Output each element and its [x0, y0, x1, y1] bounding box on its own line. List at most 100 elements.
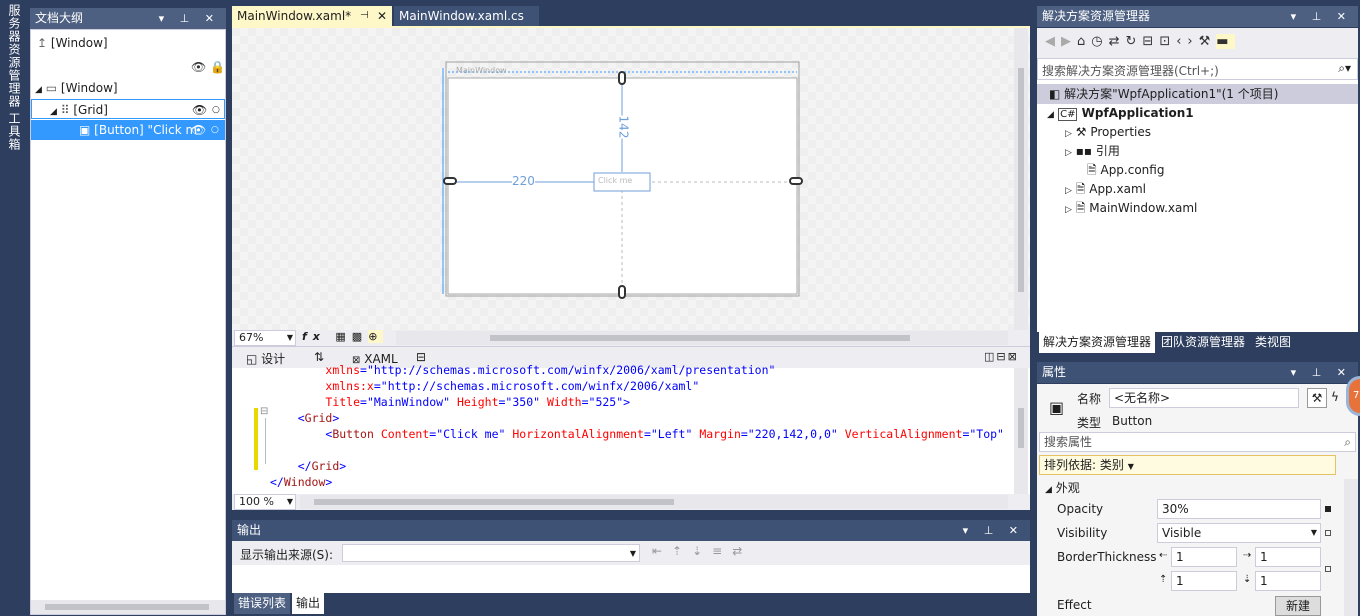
outline-header-buttons[interactable]: ▾ ⊥ ✕ [159, 8, 220, 29]
sort-by-dropdown[interactable]: 排列依据: 类别 ▼ [1039, 455, 1336, 475]
visibility-marker-icon[interactable] [1325, 530, 1331, 536]
outline-root-link[interactable]: ↥ [Window] [37, 33, 108, 53]
scroll-thumb[interactable] [45, 604, 209, 610]
right-anchor-icon[interactable] [789, 177, 803, 185]
close-icon[interactable]: ✕ [377, 6, 387, 26]
config-file-icon: 🗎 [1087, 163, 1097, 177]
tab-mainwindow-xaml-cs[interactable]: MainWindow.xaml.cs [394, 6, 539, 26]
effect-label: Effect [1057, 598, 1092, 612]
properties-title: 属性 [1042, 365, 1067, 379]
tab-mainwindow-xaml[interactable]: MainWindow.xaml* ⊣ ✕ [232, 6, 392, 26]
designer-tool-buttons[interactable]: fx ▦▩⊕ [302, 330, 384, 343]
solution-search-input[interactable]: 搜索解决方案资源管理器(Ctrl+;) ⌕▾ [1037, 58, 1358, 80]
top-anchor-icon[interactable] [618, 71, 626, 85]
xaml-editor[interactable]: ⊟ xmlns="http://schemas.microsoft.com/wi… [232, 363, 1030, 494]
code-token: VerticalAlignment [844, 427, 963, 441]
lock-toggle-icon[interactable]: ○ [211, 120, 219, 140]
name-input[interactable]: <无名称> [1109, 388, 1299, 408]
code-token: ="http://schemas.microsoft.com/winfx/200… [373, 379, 700, 393]
eye-icon[interactable]: 👁 [191, 60, 206, 74]
output-tool-buttons[interactable]: ⇤⇡⇣≡⇄ [652, 544, 752, 558]
xaml-hscrollbar[interactable] [300, 495, 1008, 509]
app-config-node[interactable]: 🗎 App.config [1087, 160, 1164, 180]
references-icon: ▪▪ [1075, 144, 1093, 158]
visibility-select[interactable]: Visible ▼ [1157, 523, 1321, 543]
xaml-zoom-select[interactable]: 100 % ▼ [234, 494, 296, 510]
snap-grid-icon[interactable]: ▩ [352, 330, 368, 343]
code-token: </ [297, 459, 312, 473]
code-token: Button [332, 427, 374, 441]
solution-header-buttons[interactable]: ▾ ⊥ ✕ [1291, 6, 1352, 27]
output-source-select[interactable]: ▼ [342, 544, 640, 562]
outline-hscrollbar[interactable] [31, 600, 225, 614]
properties-search-input[interactable]: 搜索属性 ⌕ [1039, 432, 1356, 452]
opacity-input[interactable]: 30% [1157, 499, 1321, 519]
outline-visibility-icons[interactable]: 👁 🔒 [191, 57, 225, 77]
properties-vscrollbar[interactable] [1344, 479, 1358, 616]
tab-class-view[interactable]: 类视图 [1251, 332, 1295, 353]
code-token: Grid [311, 459, 340, 473]
solution-node[interactable]: ◧ 解决方案"WpfApplication1"(1 个项目) [1037, 84, 1358, 104]
designer-hscrollbar[interactable] [396, 331, 1008, 345]
scroll-thumb[interactable] [490, 335, 910, 341]
left-anchor-icon[interactable] [443, 177, 457, 185]
output-header-buttons[interactable]: ▾ ⊥ ✕ [963, 520, 1024, 541]
fx-icon[interactable]: fx [302, 330, 326, 343]
properties-node[interactable]: ▷ ⚒ Properties [1065, 122, 1151, 142]
scroll-thumb[interactable] [1018, 408, 1024, 448]
collapse-toggle[interactable]: ⊟ [260, 406, 268, 417]
opacity-label: Opacity [1057, 502, 1104, 516]
tab-error-list[interactable]: 错误列表 [234, 593, 291, 614]
output-text-area[interactable] [232, 565, 1030, 593]
mainwindow-xaml-node[interactable]: ▷ 🗎 MainWindow.xaml [1065, 198, 1197, 218]
code-line: Title="MainWindow" Height="350" Width="5… [270, 394, 630, 410]
designer-zoom-select[interactable]: 67% ▼ [234, 330, 296, 346]
search-icon[interactable]: ⌕ [1344, 433, 1351, 451]
properties-wrench-icon[interactable]: ⚒ [1307, 388, 1327, 408]
design-surface[interactable]: MainWindow 220 142 Click me [232, 26, 1030, 330]
scroll-thumb[interactable] [1018, 68, 1024, 292]
outline-item-button[interactable]: ▣ [Button] "Click m 👁 ○ [31, 120, 225, 140]
snap-lines-icon[interactable]: ⊕ [368, 330, 384, 343]
properties-header-buttons[interactable]: ▾ ⊥ ✕ [1291, 362, 1352, 383]
scroll-thumb[interactable] [314, 499, 674, 505]
code-token: Margin [699, 427, 741, 441]
border-marker-icon[interactable] [1325, 566, 1331, 572]
code-token: ="525"> [581, 395, 631, 409]
outline-item-grid[interactable]: ◢ ⠿ [Grid] 👁 ○ [31, 99, 225, 119]
opacity-marker-icon[interactable] [1325, 506, 1331, 512]
eye-icon[interactable]: 👁 [191, 120, 206, 140]
pin-icon[interactable]: ⊣ [360, 6, 369, 26]
solution-tool-buttons[interactable]: ◀▶⌂◷⇄↻⊟⊡‹›⚒▬ [1045, 34, 1235, 49]
lock-toggle-icon[interactable]: ○ [212, 100, 220, 120]
outline-item-window[interactable]: ◢ ▭ [Window] [35, 78, 225, 98]
effect-new-button[interactable]: 新建 [1275, 596, 1321, 616]
type-value: Button [1112, 414, 1153, 428]
right-arrow-icon: ⇢ [1243, 550, 1252, 561]
project-node[interactable]: ◢ C# WpfApplication1 [1047, 103, 1194, 123]
bottom-anchor-icon[interactable] [618, 285, 626, 299]
server-explorer-tab[interactable]: 服务器资源管理器 [4, 4, 24, 108]
border-bottom-input[interactable]: 1 [1255, 571, 1321, 591]
toolbox-tab[interactable]: 工具箱 [4, 112, 24, 151]
floating-badge[interactable]: 76 [1346, 376, 1360, 416]
border-top-input[interactable]: 1 [1171, 571, 1237, 591]
border-left-input[interactable]: 1 [1171, 547, 1237, 567]
references-node[interactable]: ▷ ▪▪ 引用 [1065, 141, 1120, 161]
tab-solution-explorer[interactable]: 解决方案资源管理器 [1039, 332, 1156, 353]
tab-output[interactable]: 输出 [292, 593, 325, 614]
xaml-vscrollbar[interactable] [1014, 368, 1028, 494]
category-appearance[interactable]: ◢ 外观 [1045, 479, 1080, 496]
designer-vscrollbar[interactable] [1014, 28, 1028, 330]
border-right-input[interactable]: 1 [1255, 547, 1321, 567]
lock-icon[interactable]: 🔒 [210, 60, 225, 74]
expand-arrow-icon[interactable]: ◢ [50, 107, 57, 117]
solution-explorer-header: 解决方案资源管理器 ▾ ⊥ ✕ [1037, 6, 1358, 27]
expand-arrow-icon[interactable]: ◢ [35, 85, 42, 95]
app-xaml-node[interactable]: ▷ 🗎 App.xaml [1065, 179, 1146, 199]
tab-team-explorer[interactable]: 团队资源管理器 [1157, 332, 1249, 353]
grid-toggle-icon[interactable]: ▦ [335, 330, 351, 343]
events-lightning-icon[interactable]: ϟ [1331, 390, 1339, 404]
eye-icon[interactable]: 👁 [192, 100, 207, 120]
search-icon[interactable]: ⌕▾ [1338, 61, 1351, 76]
